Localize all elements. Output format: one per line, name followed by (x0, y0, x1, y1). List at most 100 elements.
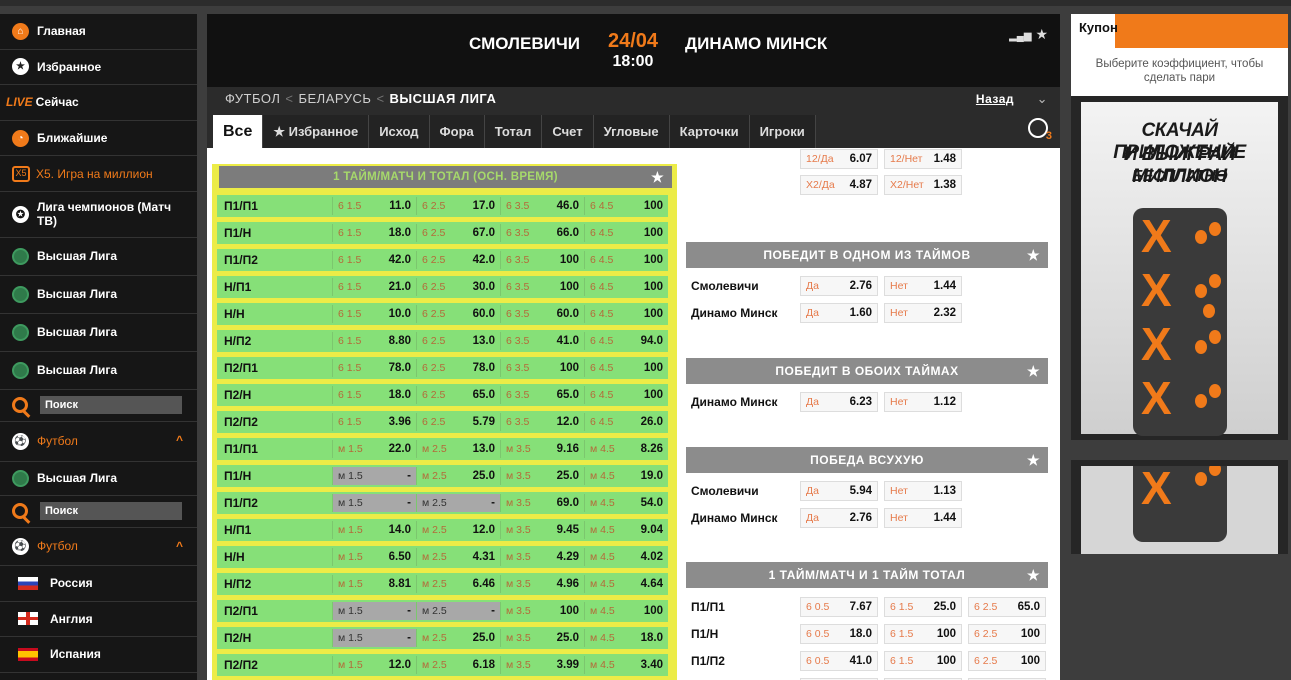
odds-button[interactable]: м 2.5 25.0 (416, 629, 500, 647)
odds-button[interactable]: м 3.5 9.16 (500, 440, 584, 458)
odds-button[interactable]: 6 2.5 78.0 (416, 359, 500, 377)
sidebar-item-league[interactable]: Высшая Лига (0, 276, 197, 314)
odds-button[interactable]: м 3.5 9.45 (500, 521, 584, 539)
odds-button[interactable]: м 1.5 6.50 (332, 548, 416, 566)
sidebar-item-football[interactable]: ⚽ Футбол ^ (0, 422, 197, 462)
odds-button[interactable]: 6 3.5 100 (500, 278, 584, 296)
tab-score[interactable]: Счет (542, 115, 594, 148)
odds-button[interactable]: 12/Да 6.07 (800, 149, 878, 169)
odds-button[interactable]: м 3.5 3.99 (500, 656, 584, 674)
chevron-up-icon[interactable]: ^ (176, 539, 183, 553)
promo-banner[interactable]: СКАЧАЙ ПРИЛОЖЕНИЕ И ВЫИГРАЙ МИЛЛИОН БЕСП… (1071, 96, 1288, 440)
odds-button[interactable]: м 4.5 9.04 (584, 521, 668, 539)
odds-button[interactable]: 6 1.5 8.80 (332, 332, 416, 350)
star-icon[interactable]: ★ (1027, 358, 1040, 384)
odds-button[interactable]: 6 4.5 100 (584, 386, 668, 404)
odds-button[interactable]: м 3.5 4.96 (500, 575, 584, 593)
odds-button[interactable]: X2/Да 4.87 (800, 175, 878, 195)
odds-button[interactable]: 6 0.5 41.0 (800, 651, 878, 671)
odds-button[interactable]: м 3.5 100 (500, 602, 584, 620)
odds-button[interactable]: м 1.5 22.0 (332, 440, 416, 458)
sidebar-item-ucl[interactable]: ✪ Лига чемпионов (Матч ТВ) (0, 192, 197, 238)
odds-button[interactable]: 6 1.5 21.0 (332, 278, 416, 296)
odds-button[interactable]: 6 3.5 60.0 (500, 305, 584, 323)
odds-button[interactable]: Да 6.23 (800, 392, 878, 412)
odds-button[interactable]: 6 4.5 26.0 (584, 413, 668, 431)
odds-button[interactable]: 6 2.5 65.0 (416, 386, 500, 404)
odds-button[interactable]: м 4.5 4.02 (584, 548, 668, 566)
soccer-ball-icon[interactable]: 3 (1028, 118, 1052, 142)
promo-banner-bottom[interactable]: X (1071, 460, 1288, 554)
sidebar-item-england[interactable]: Англия (0, 602, 197, 638)
odds-button[interactable]: 6 2.5100 (968, 624, 1046, 644)
star-icon[interactable]: ★ (1027, 562, 1040, 588)
odds-button[interactable]: м 2.5 12.0 (416, 521, 500, 539)
odds-button[interactable]: 6 2.5 30.0 (416, 278, 500, 296)
star-icon[interactable]: ★ (1027, 242, 1040, 268)
odds-button[interactable]: 6 4.5 100 (584, 224, 668, 242)
odds-button[interactable]: 6 1.5 25.0 (884, 597, 962, 617)
odds-button[interactable]: 6 1.5 100 (884, 651, 962, 671)
odds-button[interactable]: м 2.5 6.46 (416, 575, 500, 593)
search-input[interactable]: Поиск (40, 502, 182, 521)
odds-button[interactable]: 6 3.5 100 (500, 359, 584, 377)
stats-icon[interactable]: ▂▄▆ (1009, 31, 1031, 42)
sidebar-item-league[interactable]: Высшая Лига (0, 314, 197, 352)
tab-all[interactable]: Все (213, 115, 264, 148)
odds-button[interactable]: 6 1.5 11.0 (332, 197, 416, 215)
odds-button[interactable]: м 1.5 8.81 (332, 575, 416, 593)
odds-button[interactable]: 6 1.5 18.0 (332, 224, 416, 242)
search-input[interactable]: Поиск (40, 396, 182, 415)
odds-button[interactable]: 6 1.5 42.0 (332, 251, 416, 269)
odds-button[interactable]: 6 2.5 65.0 (968, 597, 1046, 617)
sidebar-item-favorites[interactable]: ★ Избранное (0, 50, 197, 86)
breadcrumb-country[interactable]: БЕЛАРУСЬ (298, 91, 371, 106)
odds-button[interactable]: м 1.5 12.0 (332, 656, 416, 674)
odds-button[interactable]: м 3.5 25.0 (500, 467, 584, 485)
odds-button[interactable]: м 4.5 54.0 (584, 494, 668, 512)
sidebar-search[interactable]: Поиск (0, 390, 197, 422)
odds-button[interactable]: 6 3.5 12.0 (500, 413, 584, 431)
breadcrumb-sport[interactable]: ФУТБОЛ (225, 91, 280, 106)
odds-button[interactable]: Да 2.76 (800, 276, 878, 296)
tab-players[interactable]: Игроки (749, 115, 816, 148)
odds-button[interactable]: Нет 1.44 (884, 276, 962, 296)
odds-button[interactable]: м 4.5 18.0 (584, 629, 668, 647)
odds-button[interactable]: м 2.5 6.18 (416, 656, 500, 674)
odds-button[interactable]: м 4.5 3.40 (584, 656, 668, 674)
odds-button[interactable]: м 2.5 13.0 (416, 440, 500, 458)
odds-button[interactable]: м 2.5 25.0 (416, 467, 500, 485)
odds-button[interactable]: X2/Нет 1.38 (884, 175, 962, 195)
odds-button[interactable]: Нет 1.12 (884, 392, 962, 412)
odds-button[interactable]: м 2.5 4.31 (416, 548, 500, 566)
odds-button[interactable]: Нет 1.44 (884, 508, 962, 528)
odds-button[interactable]: 6 1.5 3.96 (332, 413, 416, 431)
odds-button[interactable]: 6 2.5 60.0 (416, 305, 500, 323)
odds-button[interactable]: 6 1.5 18.0 (332, 386, 416, 404)
tab-corners[interactable]: Угловые (593, 115, 670, 148)
odds-button[interactable]: 12/Нет 1.48 (884, 149, 962, 169)
odds-button[interactable]: м 1.5 14.0 (332, 521, 416, 539)
odds-button[interactable]: 6 3.5 65.0 (500, 386, 584, 404)
odds-button[interactable]: м 4.5 4.64 (584, 575, 668, 593)
odds-button[interactable]: 6 1.5 10.0 (332, 305, 416, 323)
tab-favorites[interactable]: ★ Избранное (263, 115, 370, 148)
sidebar-item-live[interactable]: LIVE Сейчас (0, 85, 197, 121)
sidebar-item-upcoming[interactable]: ◔ Ближайшие (0, 121, 197, 157)
odds-button[interactable]: 6 3.5 46.0 (500, 197, 584, 215)
odds-button[interactable]: м 4.5 100 (584, 602, 668, 620)
tab-outcome[interactable]: Исход (369, 115, 430, 148)
odds-button[interactable]: Да 1.60 (800, 303, 878, 323)
coupon-tab[interactable]: Купон (1079, 20, 1118, 35)
odds-button[interactable]: Да 5.94 (800, 481, 878, 501)
sidebar-item-league[interactable]: Высшая Лига (0, 462, 197, 496)
odds-button[interactable]: Нет 1.13 (884, 481, 962, 501)
odds-button[interactable]: м 4.5 8.26 (584, 440, 668, 458)
odds-button[interactable]: 6 0.5 18.0 (800, 624, 878, 644)
odds-button[interactable]: 6 2.5 13.0 (416, 332, 500, 350)
odds-button[interactable]: 6 2.5100 (968, 651, 1046, 671)
odds-button[interactable]: 6 0.5 7.67 (800, 597, 878, 617)
odds-button[interactable]: 6 2.5 67.0 (416, 224, 500, 242)
sidebar-search[interactable]: Поиск (0, 496, 197, 528)
odds-button[interactable]: 6 1.5 100 (884, 624, 962, 644)
